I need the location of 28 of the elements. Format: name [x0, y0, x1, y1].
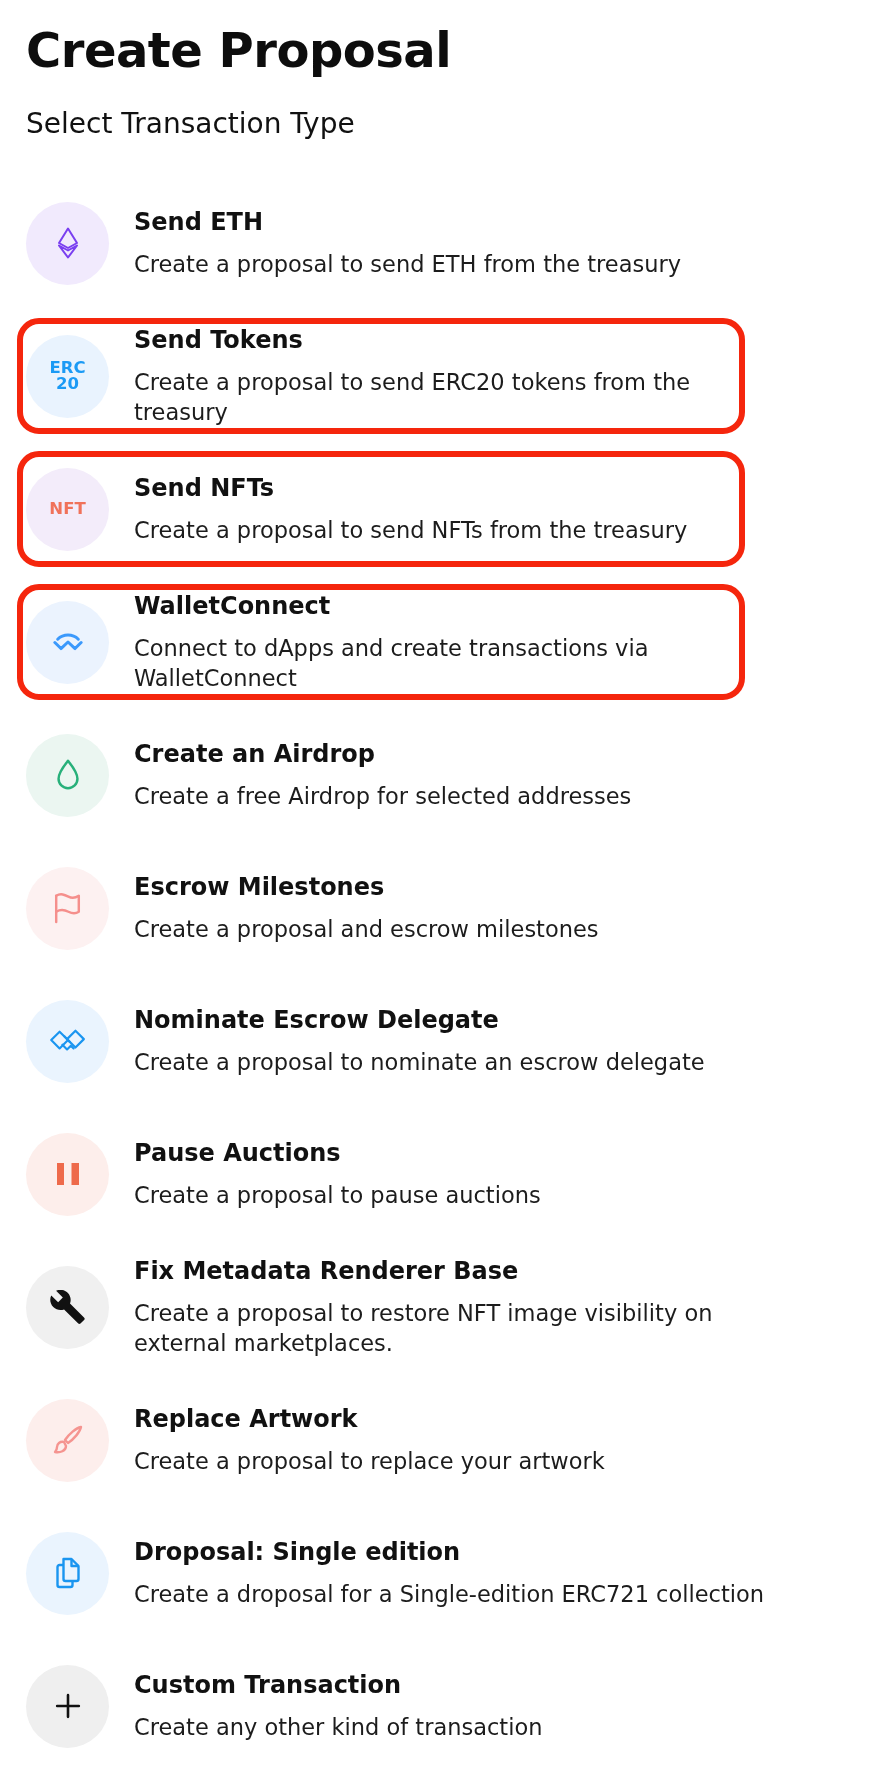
option-title[interactable]: Custom Transaction: [134, 1669, 402, 1700]
option-description: Create a proposal to nominate an escrow delegate: [134, 1047, 705, 1077]
option-title[interactable]: Send ETH: [134, 206, 264, 237]
option-title[interactable]: Send Tokens: [134, 324, 303, 355]
option-title[interactable]: WalletConnect: [134, 590, 331, 621]
nft-badge: NFT: [26, 467, 109, 551]
option-description: Create a proposal to send NFTs from the treasury: [134, 515, 688, 545]
option-title[interactable]: Escrow Milestones: [134, 871, 385, 902]
option-title[interactable]: Create an Airdrop: [134, 738, 375, 769]
option-title[interactable]: Send NFTs: [134, 472, 275, 503]
option-title[interactable]: Nominate Escrow Delegate: [134, 1004, 499, 1035]
option-title[interactable]: Replace Artwork: [134, 1403, 358, 1434]
option-description: Create a proposal to send ETH from the treasury: [134, 249, 681, 279]
option-title[interactable]: Pause Auctions: [134, 1137, 341, 1168]
option-description: Create a proposal to send ERC20 tokens from the treasury: [134, 367, 692, 427]
token-badge: ERC 20: [26, 334, 109, 418]
option-description: Create a proposal and escrow milestones: [134, 914, 599, 944]
option-title[interactable]: Fix Metadata Renderer Base: [134, 1255, 519, 1286]
option-title[interactable]: Droposal: Single edition: [134, 1536, 461, 1567]
option-description: Create a droposal for a Single-edition ERC721 collection: [134, 1579, 765, 1609]
option-description: Create a proposal to pause auctions: [134, 1180, 541, 1210]
option-description: Create a proposal to replace your artwork: [134, 1446, 605, 1476]
option-description: Create any other kind of transaction: [134, 1712, 543, 1742]
option-description: Create a free Airdrop for selected addresses: [134, 781, 632, 811]
option-description: Connect to dApps and create transactions via WalletConnect: [134, 633, 650, 693]
option-description: Create a proposal to restore NFT image visibility on external marketplaces.: [134, 1298, 714, 1358]
page-title: Create Proposal: [26, 22, 452, 78]
section-subtitle: Select Transaction Type: [26, 107, 355, 141]
